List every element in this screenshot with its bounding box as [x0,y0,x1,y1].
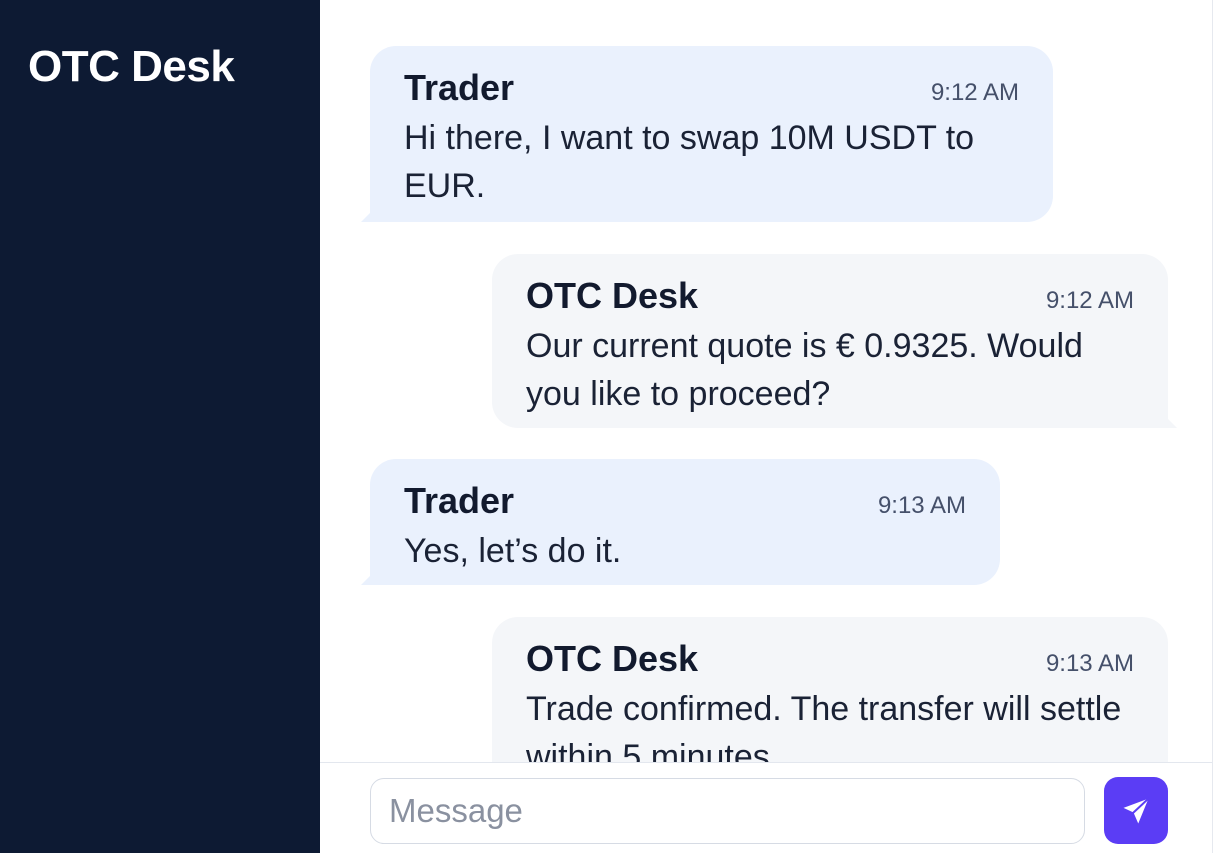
message-text: Trade confirmed. The transfer will settl… [526,690,1122,762]
message-header: OTC Desk 9:13 AM [526,639,1134,679]
message-sender: OTC Desk [526,638,699,679]
message-header: Trader 9:13 AM [404,481,966,521]
message-header: Trader 9:12 AM [404,68,1019,108]
message-header: OTC Desk 9:12 AM [526,276,1134,316]
message-sender: Trader [404,480,515,521]
message-text: Hi there, I want to swap 10M USDT to EUR… [404,119,975,205]
bubble-tail [361,567,379,585]
message-time: 9:12 AM [1045,287,1134,314]
send-button[interactable] [1104,777,1168,844]
send-icon [1121,796,1151,826]
chat-app: OTC Desk Trader 9:12 AM Hi there, I want… [0,0,1217,853]
message-time: 9:12 AM [930,79,1019,106]
message-list[interactable]: Trader 9:12 AM Hi there, I want to swap … [320,0,1212,762]
sidebar-title: OTC Desk [28,42,235,91]
message-text: Yes, let’s do it. [404,532,622,570]
message-time: 9:13 AM [1045,650,1134,677]
message-sender: OTC Desk [526,275,699,316]
message-composer [320,762,1212,853]
message-sender: Trader [404,67,515,108]
bubble-tail [361,204,379,222]
message-input[interactable] [370,778,1085,844]
message-time: 9:13 AM [877,492,966,519]
sidebar: OTC Desk [0,0,320,853]
message-bubble-outgoing: OTC Desk 9:13 AM Trade confirmed. The tr… [492,617,1168,762]
chat-panel: Trader 9:12 AM Hi there, I want to swap … [320,0,1213,853]
message-bubble-incoming: Trader 9:13 AM Yes, let’s do it. [361,459,1000,585]
message-bubble-incoming: Trader 9:12 AM Hi there, I want to swap … [361,46,1053,222]
bubble-tail [1159,410,1177,428]
message-text: Our current quote is € 0.9325. Would you… [526,327,1083,413]
message-bubble-outgoing: OTC Desk 9:12 AM Our current quote is € … [492,254,1177,428]
